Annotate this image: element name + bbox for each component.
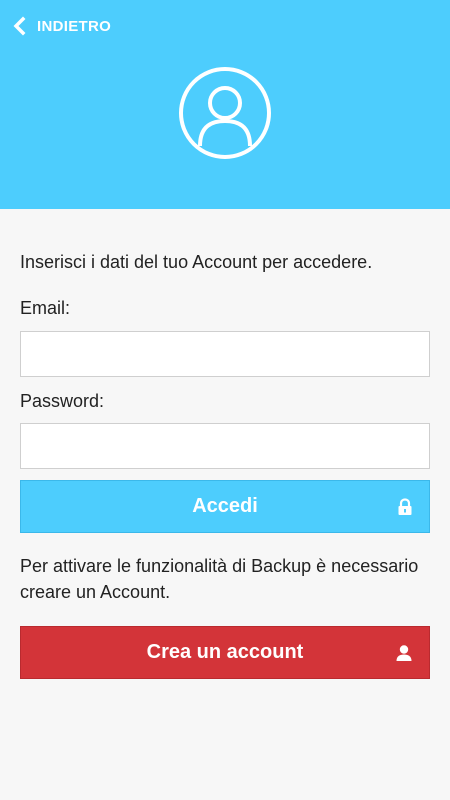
back-label: INDIETRO [37,17,112,35]
user-circle-icon [178,66,272,160]
login-button[interactable]: Accedi [20,480,430,533]
lock-icon [397,497,413,516]
login-instructions: Inserisci i dati del tuo Account per acc… [20,252,373,272]
password-field[interactable] [20,423,430,469]
header: INDIETRO [0,0,450,209]
create-account-label: Crea un account [146,641,304,663]
back-button[interactable]: INDIETRO [12,14,111,38]
password-label: Password: [20,391,105,411]
user-icon [395,644,413,662]
login-button-label: Accedi [192,495,258,517]
chevron-left-icon [12,16,26,36]
backup-info-text: Per attivare le funzionalità di Backup è… [20,556,419,602]
create-account-button[interactable]: Crea un account [20,626,430,679]
email-label: Email: [20,298,71,318]
email-field[interactable] [20,331,430,377]
